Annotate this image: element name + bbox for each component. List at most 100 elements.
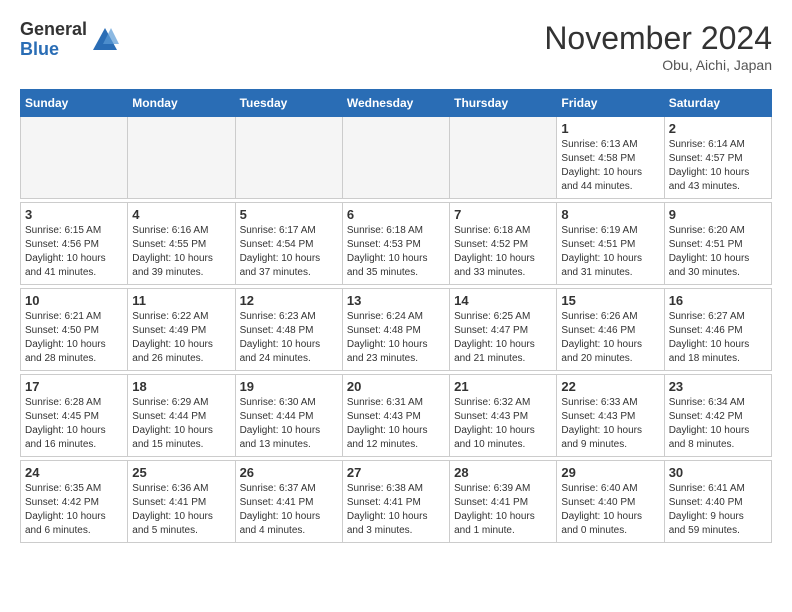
table-row: 30 Sunrise: 6:41 AM Sunset: 4:40 PM Dayli… (664, 461, 771, 543)
day-info: Sunrise: 6:36 AM Sunset: 4:41 PM Dayligh… (132, 482, 230, 538)
table-row (342, 117, 449, 199)
day-info: Sunrise: 6:40 AM Sunset: 4:40 PM Dayligh… (561, 482, 659, 538)
table-row: 3 Sunrise: 6:15 AM Sunset: 4:56 PM Daylig… (21, 203, 128, 285)
day-number: 13 (347, 293, 445, 308)
day-info: Sunrise: 6:32 AM Sunset: 4:43 PM Dayligh… (454, 396, 552, 452)
logo-general-text: General (20, 20, 87, 40)
day-number: 29 (561, 465, 659, 480)
day-number: 9 (669, 207, 767, 222)
day-info: Sunrise: 6:14 AM Sunset: 4:57 PM Dayligh… (669, 138, 767, 194)
day-info: Sunrise: 6:19 AM Sunset: 4:51 PM Dayligh… (561, 224, 659, 280)
day-info: Sunrise: 6:17 AM Sunset: 4:54 PM Dayligh… (240, 224, 338, 280)
table-row: 22 Sunrise: 6:33 AM Sunset: 4:43 PM Dayli… (557, 375, 664, 457)
day-number: 24 (25, 465, 123, 480)
day-info: Sunrise: 6:21 AM Sunset: 4:50 PM Dayligh… (25, 310, 123, 366)
calendar-week-5: 24 Sunrise: 6:35 AM Sunset: 4:42 PM Dayli… (21, 461, 772, 543)
day-number: 30 (669, 465, 767, 480)
day-info: Sunrise: 6:18 AM Sunset: 4:52 PM Dayligh… (454, 224, 552, 280)
day-info: Sunrise: 6:24 AM Sunset: 4:48 PM Dayligh… (347, 310, 445, 366)
day-info: Sunrise: 6:37 AM Sunset: 4:41 PM Dayligh… (240, 482, 338, 538)
table-row: 1 Sunrise: 6:13 AM Sunset: 4:58 PM Daylig… (557, 117, 664, 199)
table-row: 12 Sunrise: 6:23 AM Sunset: 4:48 PM Dayli… (235, 289, 342, 371)
table-row: 28 Sunrise: 6:39 AM Sunset: 4:41 PM Dayli… (450, 461, 557, 543)
day-info: Sunrise: 6:20 AM Sunset: 4:51 PM Dayligh… (669, 224, 767, 280)
logo-icon (91, 26, 119, 54)
page-header: General Blue November 2024 Obu, Aichi, J… (20, 20, 772, 73)
table-row: 4 Sunrise: 6:16 AM Sunset: 4:55 PM Daylig… (128, 203, 235, 285)
day-number: 25 (132, 465, 230, 480)
day-info: Sunrise: 6:18 AM Sunset: 4:53 PM Dayligh… (347, 224, 445, 280)
calendar-table: Sunday Monday Tuesday Wednesday Thursday… (20, 89, 772, 543)
day-number: 26 (240, 465, 338, 480)
table-row: 15 Sunrise: 6:26 AM Sunset: 4:46 PM Dayli… (557, 289, 664, 371)
day-info: Sunrise: 6:26 AM Sunset: 4:46 PM Dayligh… (561, 310, 659, 366)
day-number: 10 (25, 293, 123, 308)
day-number: 15 (561, 293, 659, 308)
day-number: 2 (669, 121, 767, 136)
col-friday: Friday (557, 90, 664, 117)
table-row: 9 Sunrise: 6:20 AM Sunset: 4:51 PM Daylig… (664, 203, 771, 285)
day-number: 28 (454, 465, 552, 480)
calendar-header-row: Sunday Monday Tuesday Wednesday Thursday… (21, 90, 772, 117)
day-number: 20 (347, 379, 445, 394)
table-row: 20 Sunrise: 6:31 AM Sunset: 4:43 PM Dayli… (342, 375, 449, 457)
day-number: 12 (240, 293, 338, 308)
table-row: 17 Sunrise: 6:28 AM Sunset: 4:45 PM Dayli… (21, 375, 128, 457)
logo-blue-text: Blue (20, 40, 87, 60)
month-title: November 2024 (544, 20, 772, 57)
day-number: 16 (669, 293, 767, 308)
table-row: 7 Sunrise: 6:18 AM Sunset: 4:52 PM Daylig… (450, 203, 557, 285)
day-info: Sunrise: 6:23 AM Sunset: 4:48 PM Dayligh… (240, 310, 338, 366)
table-row (450, 117, 557, 199)
day-number: 17 (25, 379, 123, 394)
day-number: 11 (132, 293, 230, 308)
logo: General Blue (20, 20, 119, 60)
day-info: Sunrise: 6:28 AM Sunset: 4:45 PM Dayligh… (25, 396, 123, 452)
day-info: Sunrise: 6:29 AM Sunset: 4:44 PM Dayligh… (132, 396, 230, 452)
table-row: 25 Sunrise: 6:36 AM Sunset: 4:41 PM Dayli… (128, 461, 235, 543)
table-row: 5Sunrise: 6:17 AM Sunset: 4:54 PM Daylig… (235, 203, 342, 285)
col-tuesday: Tuesday (235, 90, 342, 117)
day-info: Sunrise: 6:33 AM Sunset: 4:43 PM Dayligh… (561, 396, 659, 452)
day-info: Sunrise: 6:27 AM Sunset: 4:46 PM Dayligh… (669, 310, 767, 366)
day-number: 23 (669, 379, 767, 394)
table-row (21, 117, 128, 199)
day-info: Sunrise: 6:34 AM Sunset: 4:42 PM Dayligh… (669, 396, 767, 452)
table-row: 2 Sunrise: 6:14 AM Sunset: 4:57 PM Daylig… (664, 117, 771, 199)
col-wednesday: Wednesday (342, 90, 449, 117)
table-row: 11Sunrise: 6:22 AM Sunset: 4:49 PM Dayli… (128, 289, 235, 371)
day-number: 7 (454, 207, 552, 222)
day-number: 4 (132, 207, 230, 222)
day-info: Sunrise: 6:39 AM Sunset: 4:41 PM Dayligh… (454, 482, 552, 538)
calendar-week-4: 17 Sunrise: 6:28 AM Sunset: 4:45 PM Dayli… (21, 375, 772, 457)
day-info: Sunrise: 6:31 AM Sunset: 4:43 PM Dayligh… (347, 396, 445, 452)
table-row (235, 117, 342, 199)
day-number: 22 (561, 379, 659, 394)
day-info: Sunrise: 6:25 AM Sunset: 4:47 PM Dayligh… (454, 310, 552, 366)
table-row: 24 Sunrise: 6:35 AM Sunset: 4:42 PM Dayli… (21, 461, 128, 543)
day-number: 19 (240, 379, 338, 394)
col-thursday: Thursday (450, 90, 557, 117)
table-row: 13 Sunrise: 6:24 AM Sunset: 4:48 PM Dayli… (342, 289, 449, 371)
table-row (128, 117, 235, 199)
calendar-week-2: 3 Sunrise: 6:15 AM Sunset: 4:56 PM Daylig… (21, 203, 772, 285)
day-number: 21 (454, 379, 552, 394)
calendar-week-1: 1 Sunrise: 6:13 AM Sunset: 4:58 PM Daylig… (21, 117, 772, 199)
location: Obu, Aichi, Japan (544, 57, 772, 73)
table-row: 14Sunrise: 6:25 AM Sunset: 4:47 PM Dayli… (450, 289, 557, 371)
table-row: 27Sunrise: 6:38 AM Sunset: 4:41 PM Dayli… (342, 461, 449, 543)
day-number: 18 (132, 379, 230, 394)
day-info: Sunrise: 6:16 AM Sunset: 4:55 PM Dayligh… (132, 224, 230, 280)
table-row: 16 Sunrise: 6:27 AM Sunset: 4:46 PM Dayli… (664, 289, 771, 371)
day-number: 3 (25, 207, 123, 222)
day-info: Sunrise: 6:13 AM Sunset: 4:58 PM Dayligh… (561, 138, 659, 194)
day-info: Sunrise: 6:41 AM Sunset: 4:40 PM Dayligh… (669, 482, 767, 538)
day-number: 27 (347, 465, 445, 480)
table-row: 6 Sunrise: 6:18 AM Sunset: 4:53 PM Daylig… (342, 203, 449, 285)
calendar-week-3: 10 Sunrise: 6:21 AM Sunset: 4:50 PM Dayli… (21, 289, 772, 371)
day-number: 6 (347, 207, 445, 222)
table-row: 8Sunrise: 6:19 AM Sunset: 4:51 PM Daylig… (557, 203, 664, 285)
day-info: Sunrise: 6:35 AM Sunset: 4:42 PM Dayligh… (25, 482, 123, 538)
day-number: 1 (561, 121, 659, 136)
day-info: Sunrise: 6:15 AM Sunset: 4:56 PM Dayligh… (25, 224, 123, 280)
